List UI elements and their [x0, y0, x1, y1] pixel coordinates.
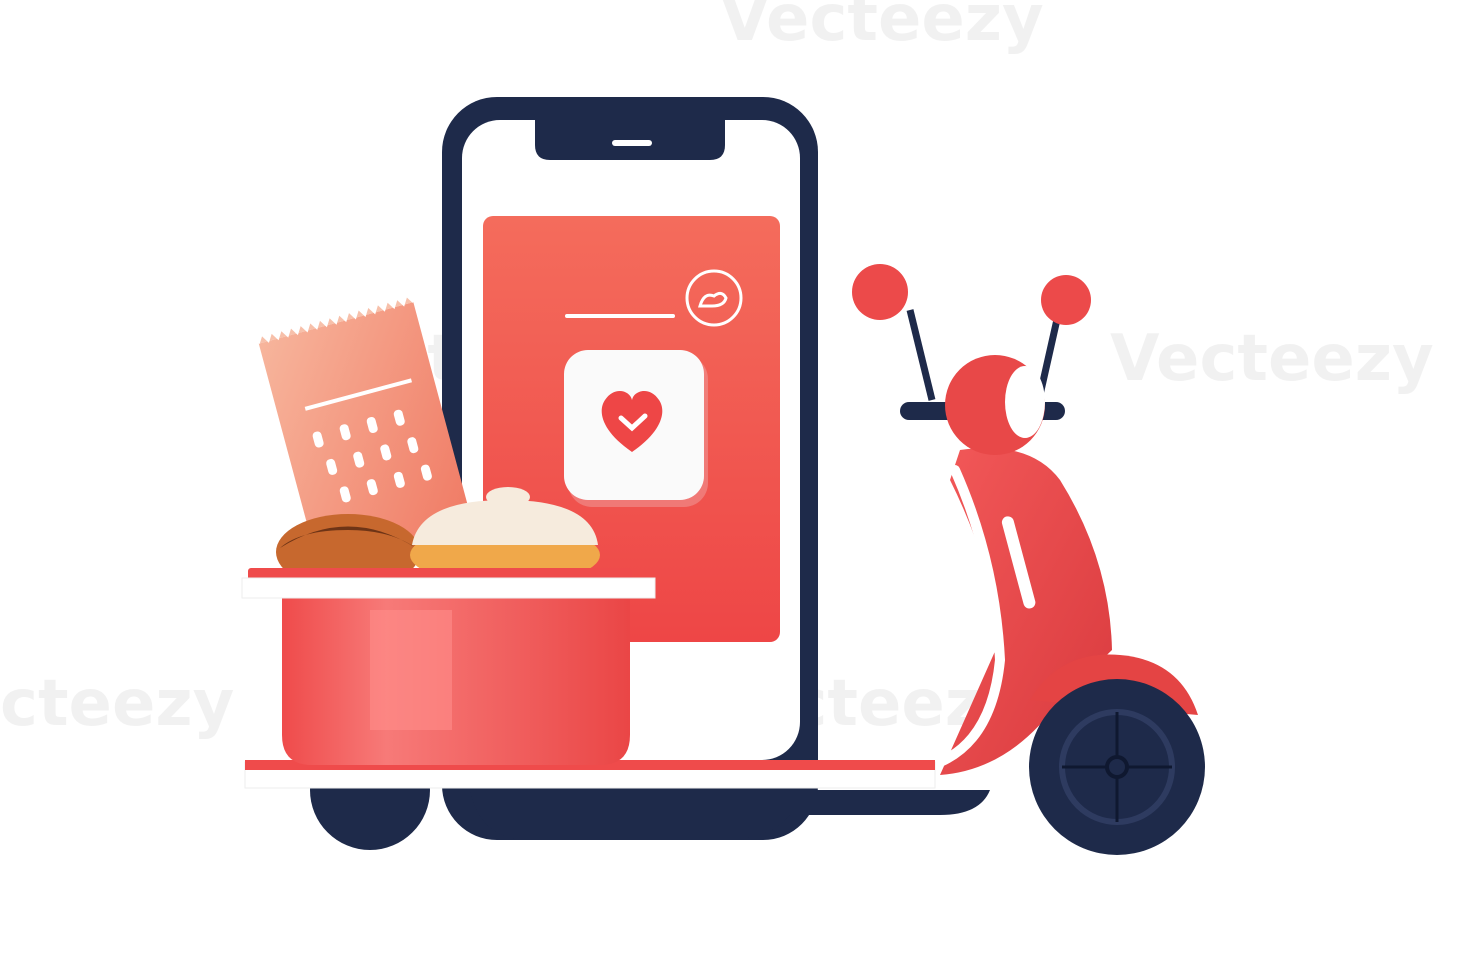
svg-text:Vecteezy: Vecteezy — [720, 0, 1044, 56]
food-bowl — [241, 568, 656, 765]
left-mirror — [852, 264, 908, 320]
rear-wheel — [1029, 679, 1205, 855]
speaker-icon — [612, 140, 652, 146]
svg-text:cteezy: cteezy — [0, 667, 234, 741]
delivery-illustration: Vecteezy Vecteezy Vecteezy cteezy Vectee… — [0, 0, 1434, 855]
heart-app-icon — [564, 350, 708, 507]
svg-text:Vecteezy: Vecteezy — [1110, 322, 1434, 396]
right-mirror — [1041, 275, 1091, 325]
headlight — [1005, 366, 1045, 438]
